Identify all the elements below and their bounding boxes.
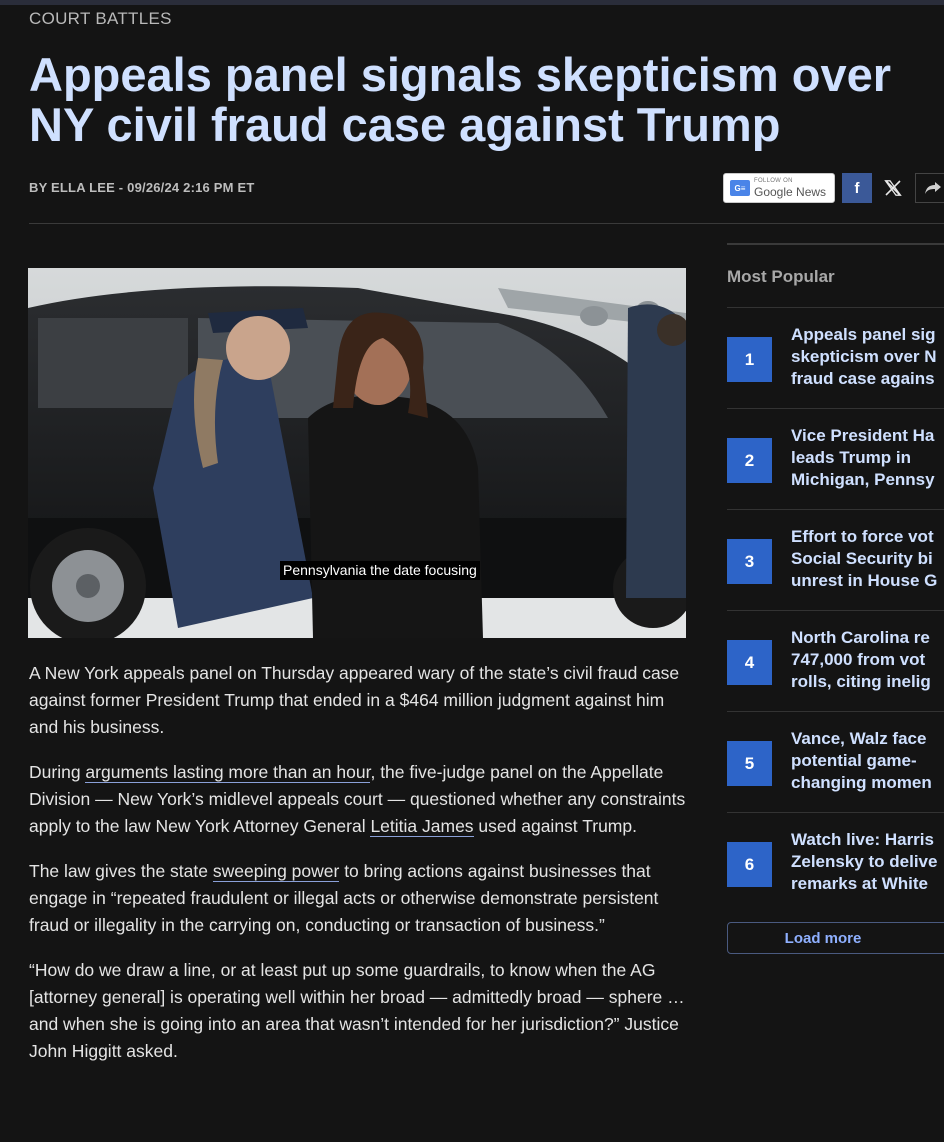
popular-item-4[interactable]: 4 North Carolina re 747,000 from vot rol… [727, 610, 944, 711]
section-kicker[interactable]: COURT BATTLES [29, 9, 172, 29]
popular-rank: 4 [727, 640, 772, 685]
headline-line-1: Appeals panel signals skepticism over [29, 48, 892, 101]
popular-title[interactable]: Vance, Walz face potential game- changin… [791, 728, 944, 794]
popular-rank: 2 [727, 438, 772, 483]
facebook-share-button[interactable]: f [842, 173, 872, 203]
article-paragraph: A New York appeals panel on Thursday app… [29, 663, 680, 737]
sidebar-top-rule [727, 243, 944, 245]
video-caption: Pennsylvania the date focusing [280, 561, 480, 580]
google-news-label: Google News [754, 185, 827, 199]
popular-item-3[interactable]: 3 Effort to force vot Social Security bi… [727, 509, 944, 610]
popular-rank: 6 [727, 842, 772, 887]
popular-title-line: fraud case agains [791, 369, 935, 388]
popular-title-line: Vance, Walz face [791, 729, 927, 748]
popular-title-line: skepticism over N [791, 347, 937, 366]
article-paragraph: “How do we draw a line, or at least put … [29, 960, 685, 1061]
share-bar: G≡ FOLLOW ON Google News f [723, 172, 944, 204]
popular-rank: 5 [727, 741, 772, 786]
share-icon [924, 182, 941, 194]
popular-title-line: unrest in House G [791, 571, 938, 590]
popular-title-line: leads Trump in [791, 448, 911, 467]
byline: BY ELLA LEE - 09/26/24 2:16 PM ET [29, 180, 255, 195]
paragraph-text: The law gives the state [29, 861, 213, 881]
popular-item-5[interactable]: 5 Vance, Walz face potential game- chang… [727, 711, 944, 812]
top-bar [0, 0, 944, 5]
popular-title-line: Vice President Ha [791, 426, 935, 445]
popular-title-line: Social Security bi [791, 549, 933, 568]
popular-item-2[interactable]: 2 Vice President Ha leads Trump in Michi… [727, 408, 944, 509]
most-popular-list: 1 Appeals panel sig skepticism over N fr… [727, 307, 944, 913]
facebook-icon: f [854, 179, 860, 197]
headline-line-2: NY civil fraud case against Trump [29, 98, 781, 151]
popular-title-line: Appeals panel sig [791, 325, 936, 344]
load-more-button[interactable]: Load more [727, 922, 944, 954]
popular-title-line: Effort to force vot [791, 527, 934, 546]
arguments-link[interactable]: arguments lasting more than an hour [85, 762, 371, 783]
article-paragraph: The law gives the state sweeping power t… [29, 858, 689, 939]
popular-title-line: potential game- [791, 751, 917, 770]
x-share-button[interactable] [878, 173, 908, 203]
popular-title-line: remarks at White [791, 874, 928, 893]
google-news-button[interactable]: G≡ FOLLOW ON Google News [723, 173, 835, 203]
popular-title-line: Michigan, Pennsy [791, 470, 935, 489]
popular-rank: 1 [727, 337, 772, 382]
google-news-text: FOLLOW ON Google News [754, 177, 826, 199]
popular-title-line: changing momen [791, 773, 932, 792]
popular-title-line: North Carolina re [791, 628, 930, 647]
popular-title[interactable]: Watch live: Harris Zelensky to delive re… [791, 829, 944, 895]
article-paragraph: During arguments lasting more than an ho… [29, 759, 689, 840]
x-icon [884, 180, 902, 196]
popular-title-line: rolls, citing inelig [791, 672, 931, 691]
popular-title[interactable]: Vice President Ha leads Trump in Michiga… [791, 425, 944, 491]
paragraph-text: used against Trump. [473, 816, 637, 836]
article-body: A New York appeals panel on Thursday app… [29, 660, 689, 1083]
popular-title-line: Zelensky to delive [791, 852, 938, 871]
article-photo[interactable]: Pennsylvania the date focusing [28, 268, 686, 638]
popular-title[interactable]: North Carolina re 747,000 from vot rolls… [791, 627, 944, 693]
letitia-james-link[interactable]: Letitia James [370, 816, 474, 837]
article-headline: Appeals panel signals skepticism over NY… [29, 50, 944, 150]
popular-title-line: Watch live: Harris [791, 830, 934, 849]
most-popular-sidebar: Most Popular 1 Appeals panel sig skeptic… [727, 243, 944, 954]
google-news-icon: G≡ [730, 180, 750, 196]
header-divider [29, 223, 944, 224]
popular-rank: 3 [727, 539, 772, 584]
popular-title-line: 747,000 from vot [791, 650, 926, 669]
sweeping-power-link[interactable]: sweeping power [212, 861, 340, 882]
paragraph-text: During [29, 762, 86, 782]
popular-item-6[interactable]: 6 Watch live: Harris Zelensky to delive … [727, 812, 944, 913]
most-popular-title: Most Popular [727, 267, 835, 286]
photo-scene [28, 268, 686, 638]
popular-title[interactable]: Effort to force vot Social Security bi u… [791, 526, 944, 592]
popular-title[interactable]: Appeals panel sig skepticism over N frau… [791, 324, 944, 390]
popular-item-1[interactable]: 1 Appeals panel sig skepticism over N fr… [727, 307, 944, 408]
share-button[interactable] [915, 173, 944, 203]
